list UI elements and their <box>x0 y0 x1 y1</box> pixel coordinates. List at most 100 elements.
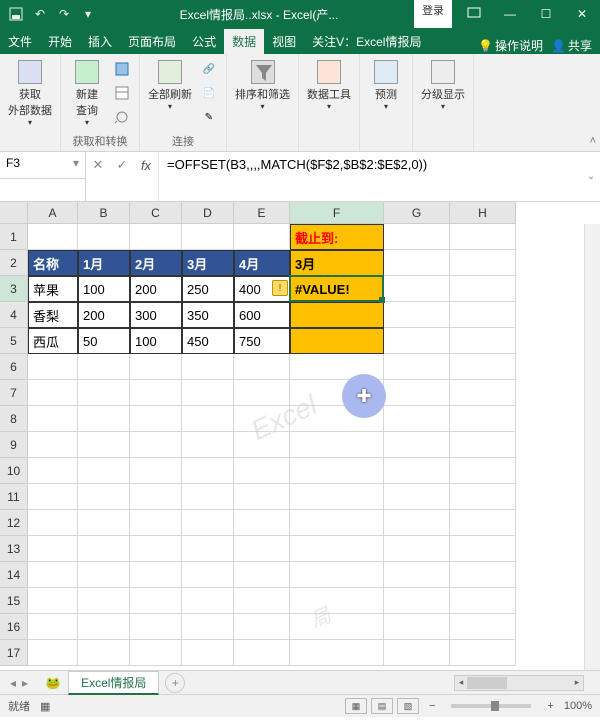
cell[interactable] <box>450 224 516 250</box>
cell[interactable] <box>182 224 234 250</box>
cell[interactable] <box>78 510 130 536</box>
cell[interactable] <box>450 276 516 302</box>
zoom-slider[interactable] <box>451 704 531 708</box>
add-sheet-button[interactable]: + <box>165 673 185 693</box>
column-header[interactable]: A <box>28 202 78 224</box>
tab-data[interactable]: 数据 <box>224 29 264 54</box>
cell[interactable] <box>130 380 182 406</box>
save-icon[interactable] <box>6 4 26 24</box>
cell[interactable] <box>384 276 450 302</box>
cell[interactable] <box>290 536 384 562</box>
row-header[interactable]: 5 <box>0 328 28 354</box>
horizontal-scrollbar[interactable]: ◂▸ <box>454 675 584 691</box>
row-header[interactable]: 14 <box>0 562 28 588</box>
collapse-ribbon-icon[interactable]: ˄ <box>590 135 596 147</box>
cell[interactable] <box>384 510 450 536</box>
tab-insert[interactable]: 插入 <box>80 29 120 54</box>
cell[interactable] <box>130 406 182 432</box>
fx-icon[interactable]: fx <box>134 153 158 177</box>
tab-custom[interactable]: 关注V：Excel情报局 <box>304 29 429 54</box>
row-header[interactable]: 11 <box>0 484 28 510</box>
column-header[interactable]: B <box>78 202 130 224</box>
cell[interactable]: 苹果 <box>28 276 78 302</box>
cell[interactable] <box>234 380 290 406</box>
cancel-formula-icon[interactable]: ✕ <box>86 153 110 177</box>
error-indicator-icon[interactable]: ! <box>272 280 288 296</box>
select-all-corner[interactable] <box>0 202 28 224</box>
cell[interactable] <box>450 536 516 562</box>
page-layout-view-icon[interactable]: ▤ <box>371 698 393 714</box>
sheet-nav-prev-icon[interactable]: ◂ <box>10 676 16 690</box>
cell[interactable]: #VALUE! <box>290 276 384 302</box>
formula-input[interactable]: =OFFSET(B3,,,,MATCH($F$2,$B$2:$E$2,0)) <box>159 152 582 201</box>
cell[interactable]: 450 <box>182 328 234 354</box>
cell[interactable]: 100 <box>130 328 182 354</box>
cell[interactable] <box>28 432 78 458</box>
cell[interactable] <box>130 562 182 588</box>
cell[interactable] <box>28 588 78 614</box>
column-header[interactable]: C <box>130 202 182 224</box>
cell[interactable]: 600 <box>234 302 290 328</box>
cell[interactable] <box>234 224 290 250</box>
cell[interactable] <box>78 536 130 562</box>
cell[interactable]: 50 <box>78 328 130 354</box>
cell[interactable] <box>130 458 182 484</box>
cell[interactable] <box>384 536 450 562</box>
cell[interactable] <box>182 406 234 432</box>
row-header[interactable]: 16 <box>0 614 28 640</box>
cell[interactable]: 1月 <box>78 250 130 276</box>
cell[interactable] <box>182 614 234 640</box>
cell[interactable]: 名称 <box>28 250 78 276</box>
cell[interactable] <box>450 484 516 510</box>
login-button[interactable]: 登录 <box>414 0 452 28</box>
cell[interactable] <box>384 562 450 588</box>
row-header[interactable]: 17 <box>0 640 28 666</box>
new-query-button[interactable]: 新建 查询▾ <box>67 58 107 129</box>
tab-layout[interactable]: 页面布局 <box>120 29 184 54</box>
cell[interactable]: 香梨 <box>28 302 78 328</box>
cell[interactable]: 截止到: <box>290 224 384 250</box>
cell[interactable] <box>450 432 516 458</box>
get-external-data-button[interactable]: 获取 外部数据▾ <box>6 58 54 129</box>
cell[interactable] <box>384 588 450 614</box>
cell[interactable] <box>78 458 130 484</box>
cell[interactable] <box>28 484 78 510</box>
cell[interactable] <box>78 354 130 380</box>
cell[interactable] <box>28 224 78 250</box>
vertical-scrollbar[interactable] <box>584 224 600 670</box>
recent-sources-icon[interactable] <box>111 106 133 128</box>
sheet-tab[interactable]: Excel情报局 <box>68 671 159 695</box>
cell[interactable] <box>28 510 78 536</box>
redo-icon[interactable]: ↷ <box>54 4 74 24</box>
zoom-in-icon[interactable]: + <box>547 700 553 712</box>
cell[interactable] <box>234 510 290 536</box>
share-button[interactable]: 👤 共享 <box>551 37 592 54</box>
cell[interactable]: 200 <box>130 276 182 302</box>
cell[interactable] <box>450 614 516 640</box>
cell[interactable]: 300 <box>130 302 182 328</box>
connections-icon[interactable]: 🔗 <box>198 58 220 80</box>
cell[interactable] <box>78 614 130 640</box>
cell[interactable] <box>384 484 450 510</box>
cell[interactable] <box>450 458 516 484</box>
qat-dropdown-icon[interactable]: ▾ <box>78 4 98 24</box>
cell[interactable] <box>130 224 182 250</box>
cell[interactable] <box>78 640 130 666</box>
row-header[interactable]: 6 <box>0 354 28 380</box>
spreadsheet[interactable]: ABCDEFGH 1234567891011121314151617 截止到:名… <box>0 202 600 670</box>
macro-record-icon[interactable]: ▦ <box>40 700 50 713</box>
cell[interactable] <box>290 510 384 536</box>
enter-formula-icon[interactable]: ✓ <box>110 153 134 177</box>
page-break-view-icon[interactable]: ▧ <box>397 698 419 714</box>
edit-links-icon[interactable]: ✎ <box>198 106 220 128</box>
cell[interactable] <box>450 640 516 666</box>
cell[interactable] <box>28 640 78 666</box>
cell[interactable] <box>182 640 234 666</box>
zoom-level[interactable]: 100% <box>564 700 592 712</box>
cell[interactable]: 3月 <box>290 250 384 276</box>
refresh-all-button[interactable]: 全部刷新▾ <box>146 58 194 113</box>
cell[interactable] <box>182 562 234 588</box>
cell[interactable] <box>450 588 516 614</box>
maximize-icon[interactable]: ☐ <box>528 0 564 28</box>
cell[interactable] <box>28 458 78 484</box>
